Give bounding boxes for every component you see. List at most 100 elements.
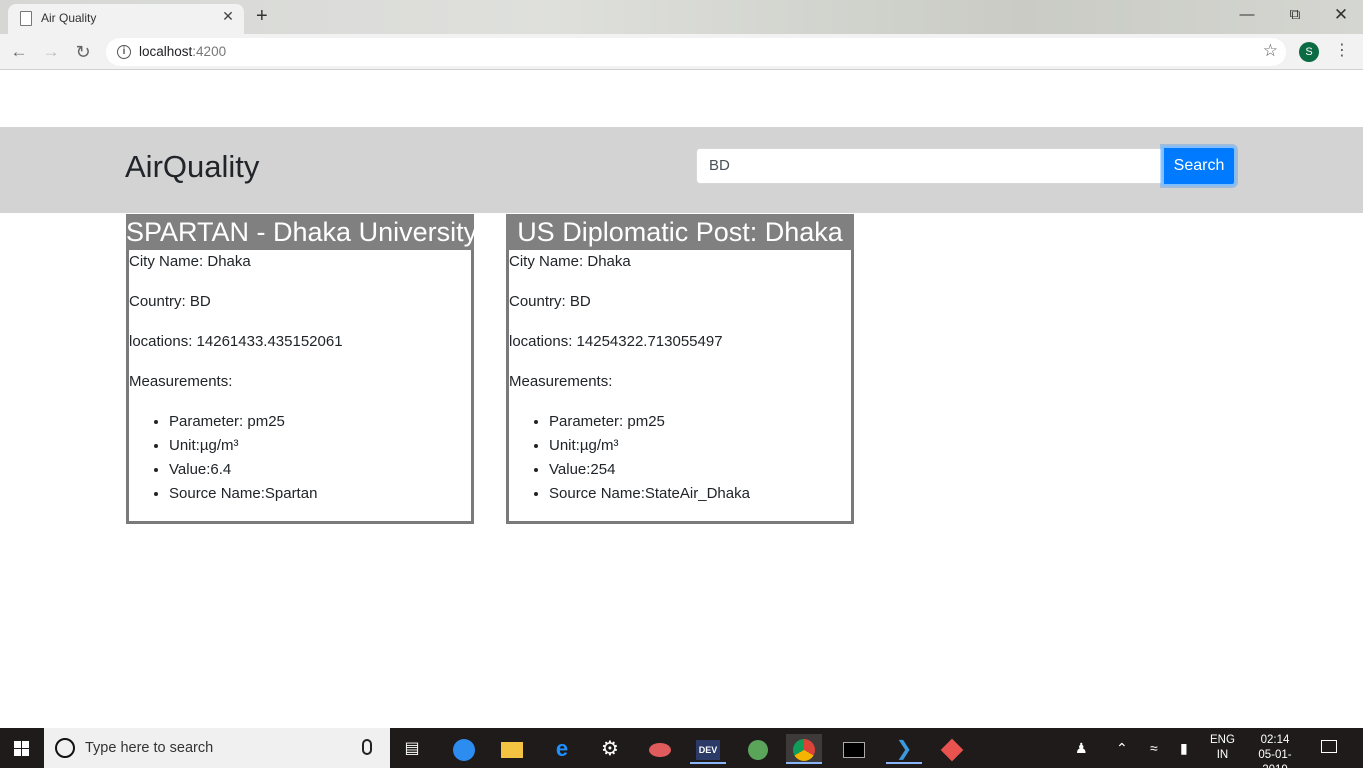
- language-code: ENG: [1210, 734, 1235, 746]
- source-text: Source Name:Spartan: [169, 485, 318, 502]
- reload-icon[interactable]: ↻: [71, 40, 95, 64]
- country-row: Country: BD: [509, 290, 851, 330]
- url-text[interactable]: localhost:4200: [139, 44, 226, 59]
- task-view-icon[interactable]: ▤: [394, 734, 430, 764]
- restore-icon[interactable]: ⧉: [1280, 4, 1310, 28]
- list-item: Source Name:Spartan: [169, 482, 471, 506]
- close-icon[interactable]: ✕: [1326, 4, 1356, 28]
- wifi-icon[interactable]: ≈: [1150, 738, 1158, 758]
- menu-icon[interactable]: ⋮: [1334, 40, 1350, 62]
- list-item: Value:6.4: [169, 458, 471, 482]
- measurement-list: Parameter: pm25 Unit:µg/m³ Value:6.4 Sou…: [129, 410, 471, 506]
- edge-icon[interactable]: e: [544, 734, 580, 764]
- language-indicator[interactable]: ENG IN: [1210, 733, 1235, 763]
- git-app-icon[interactable]: [934, 734, 970, 764]
- value-text: Value:6.4: [169, 461, 232, 478]
- city-row: City Name: Dhaka: [129, 250, 471, 290]
- battery-icon[interactable]: ▮: [1180, 738, 1188, 758]
- minimize-icon[interactable]: —: [1232, 4, 1262, 28]
- star-icon[interactable]: ☆: [1263, 41, 1278, 61]
- country-row: Country: BD: [129, 290, 471, 330]
- card-title: US Diplomatic Post: Dhaka: [506, 214, 854, 250]
- clock-time: 02:14: [1260, 734, 1290, 746]
- list-item: Value:254: [549, 458, 851, 482]
- system-clock[interactable]: 02:14 05-01-2019: [1246, 733, 1304, 778]
- tab-close-icon[interactable]: ✕: [220, 8, 236, 25]
- unit-text: Unit:µg/m³: [549, 437, 619, 454]
- locations-row: locations: 14261433.435152061: [129, 330, 471, 370]
- info-icon[interactable]: i: [117, 45, 131, 59]
- list-item: Unit:µg/m³: [549, 434, 851, 458]
- devc-label: DEV: [696, 740, 720, 761]
- country-label: Country:: [509, 293, 570, 310]
- list-item: Parameter: pm25: [169, 410, 471, 434]
- city-label: City Name:: [129, 253, 208, 270]
- taskbar-search-placeholder: Type here to search: [85, 740, 214, 756]
- microphone-icon[interactable]: [362, 739, 372, 755]
- parameter-text: Parameter: pm25: [549, 413, 665, 430]
- back-icon[interactable]: ←: [7, 40, 31, 64]
- city-row: City Name: Dhaka: [509, 250, 851, 290]
- terminal-icon[interactable]: [836, 734, 872, 764]
- clock-date: 05-01-2019: [1258, 749, 1292, 776]
- settings-icon[interactable]: ⚙: [592, 734, 628, 764]
- chevron-up-icon[interactable]: ⌃: [1116, 738, 1128, 758]
- region-code: IN: [1216, 749, 1229, 761]
- new-tab-button[interactable]: +: [256, 4, 268, 28]
- locations-label: locations:: [509, 333, 577, 350]
- locations-value: 14261433.435152061: [196, 333, 343, 350]
- country-value: BD: [189, 293, 211, 310]
- profile-avatar[interactable]: S: [1299, 42, 1319, 62]
- chrome-icon[interactable]: [786, 734, 822, 764]
- search-input[interactable]: [696, 148, 1162, 184]
- measurements-label: Measurements:: [129, 373, 233, 390]
- url-port: :4200: [192, 44, 227, 59]
- browser-titlebar: Air Quality ✕ + — ⧉ ✕: [0, 0, 1363, 34]
- paint-app-icon[interactable]: [642, 734, 678, 764]
- tab-title: Air Quality: [41, 11, 97, 25]
- browser-tab[interactable]: Air Quality ✕: [8, 4, 244, 34]
- country-value: BD: [569, 293, 591, 310]
- country-label: Country:: [129, 293, 190, 310]
- location-card: US Diplomatic Post: Dhaka City Name: Dha…: [506, 214, 854, 524]
- list-item: Parameter: pm25: [549, 410, 851, 434]
- search-button[interactable]: Search: [1162, 146, 1236, 186]
- measurements-label: Measurements:: [509, 373, 613, 390]
- windows-icon: [14, 741, 30, 756]
- app-navbar: AirQuality Search: [0, 127, 1363, 213]
- taskbar: Type here to search ▤ e ⚙ DEV ❯ ♟ ⌃ ≈ ▮ …: [0, 728, 1363, 776]
- devc-app-icon[interactable]: DEV: [690, 734, 726, 764]
- locations-row: locations: 14254322.713055497: [509, 330, 851, 370]
- unit-text: Unit:µg/m³: [169, 437, 239, 454]
- city-value: Dhaka: [587, 253, 631, 270]
- locations-label: locations:: [129, 333, 197, 350]
- value-text: Value:254: [549, 461, 616, 478]
- file-explorer-icon[interactable]: [494, 734, 530, 764]
- source-text: Source Name:StateAir_Dhaka: [549, 485, 750, 502]
- measurement-list: Parameter: pm25 Unit:µg/m³ Value:254 Sou…: [509, 410, 851, 506]
- locations-value: 14254322.713055497: [576, 333, 723, 350]
- list-item: Source Name:StateAir_Dhaka: [549, 482, 851, 506]
- forward-icon[interactable]: →: [39, 40, 63, 64]
- address-bar[interactable]: i localhost:4200 ☆: [106, 38, 1286, 66]
- notification-icon[interactable]: [1321, 740, 1337, 753]
- sync-app-icon[interactable]: [446, 734, 482, 764]
- browser-toolbar: ← → ↻ i localhost:4200 ☆ S ⋮: [0, 34, 1363, 70]
- parameter-text: Parameter: pm25: [169, 413, 285, 430]
- city-value: Dhaka: [207, 253, 251, 270]
- taskbar-search[interactable]: Type here to search: [44, 728, 390, 768]
- android-studio-icon[interactable]: [740, 734, 776, 764]
- cortana-icon[interactable]: [55, 738, 75, 758]
- vscode-icon[interactable]: ❯: [886, 734, 922, 764]
- card-body: City Name: Dhaka Country: BD locations: …: [509, 250, 851, 506]
- location-card: SPARTAN - Dhaka University City Name: Dh…: [126, 214, 474, 524]
- page-icon: [20, 11, 32, 26]
- card-body: City Name: Dhaka Country: BD locations: …: [129, 250, 471, 506]
- brand-title[interactable]: AirQuality: [125, 149, 259, 185]
- list-item: Unit:µg/m³: [169, 434, 471, 458]
- city-label: City Name:: [509, 253, 588, 270]
- people-icon[interactable]: ♟: [1075, 738, 1088, 758]
- start-button[interactable]: [0, 728, 44, 768]
- url-host: localhost: [139, 44, 193, 59]
- card-title: SPARTAN - Dhaka University: [126, 214, 474, 250]
